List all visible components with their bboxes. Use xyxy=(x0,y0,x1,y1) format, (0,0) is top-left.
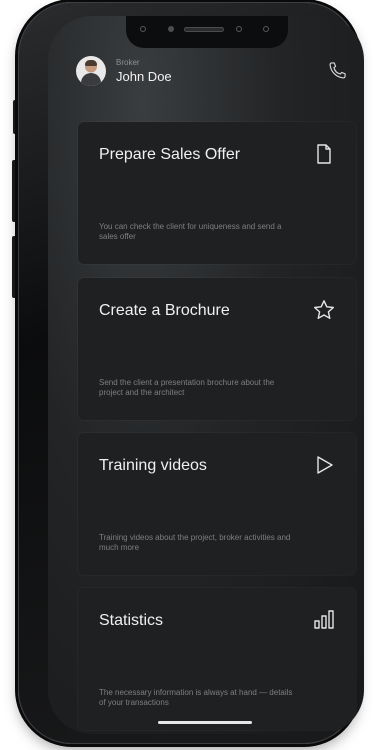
sensor-dot xyxy=(140,26,146,32)
avatar-hair xyxy=(85,60,97,66)
speaker-grille xyxy=(184,27,224,32)
user-role: Broker xyxy=(116,58,140,67)
card-description: You can check the client for uniqueness … xyxy=(99,222,282,241)
camera-dot xyxy=(168,26,174,32)
phone-icon[interactable] xyxy=(328,60,348,80)
profile-header: Broker John Doe xyxy=(76,56,346,96)
card-description: Training videos about the project, broke… xyxy=(99,533,291,552)
card-description: Send the client a presentation brochure … xyxy=(99,378,275,397)
stage: Broker John Doe Prepare Sales Offer You … xyxy=(0,0,375,750)
document-icon xyxy=(317,144,331,164)
phone-frame: Broker John Doe Prepare Sales Offer You … xyxy=(18,2,364,744)
card-training-videos[interactable]: Training videos Training videos about th… xyxy=(78,433,356,575)
card-prepare-sales-offer[interactable]: Prepare Sales Offer You can check the cl… xyxy=(78,122,356,264)
avatar-suit xyxy=(81,73,101,86)
card-title: Prepare Sales Offer xyxy=(99,146,241,163)
user-name: John Doe xyxy=(116,69,172,84)
notch xyxy=(126,16,288,48)
card-title: Statistics xyxy=(99,612,164,629)
home-indicator[interactable] xyxy=(158,721,252,724)
sensor-dot xyxy=(263,26,269,32)
card-description: The necessary information is always at h… xyxy=(99,688,293,707)
card-title: Training videos xyxy=(99,457,207,474)
phone-screen: Broker John Doe Prepare Sales Offer You … xyxy=(48,16,364,734)
star-icon xyxy=(314,300,334,319)
avatar[interactable] xyxy=(76,56,106,86)
card-title: Create a Brochure xyxy=(99,302,230,319)
sensor-dot xyxy=(236,26,242,32)
card-create-brochure[interactable]: Create a Brochure Send the client a pres… xyxy=(78,278,356,420)
bar-chart-icon xyxy=(314,610,334,629)
play-icon xyxy=(317,456,333,474)
card-statistics[interactable]: Statistics The necessary information is … xyxy=(78,588,356,730)
